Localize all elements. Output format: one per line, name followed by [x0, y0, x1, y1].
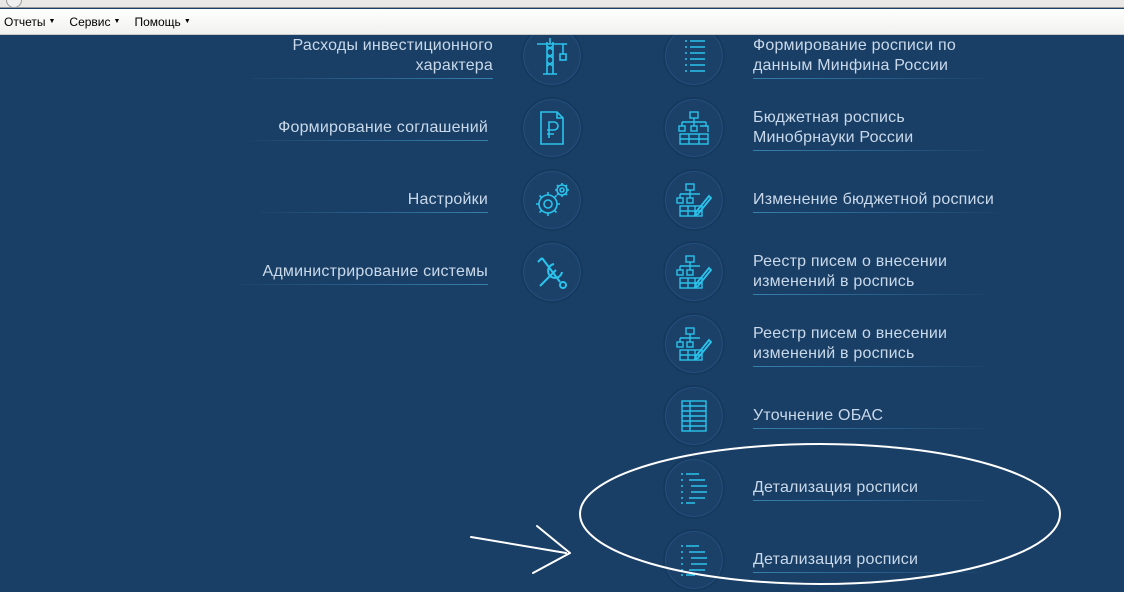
- hierarchy-table-icon: [663, 97, 725, 159]
- tile-label: Реестр писем о внесении изменений в росп…: [753, 252, 983, 295]
- menu-help[interactable]: Помощь ▼: [134, 15, 190, 29]
- tile-label: Изменение бюджетной росписи: [753, 190, 998, 213]
- hierarchy-table-edit-icon: [663, 241, 725, 303]
- tile-label: Формирование росписи по данным Минфина Р…: [753, 36, 983, 79]
- window-top-edge: [0, 0, 1124, 8]
- menu-reports-label: Отчеты: [4, 14, 46, 29]
- tile-label: Бюджетная роспись Минобрнауки России: [753, 108, 983, 151]
- tile-label: Администрирование системы: [240, 262, 488, 285]
- detail-list-icon: [663, 457, 725, 519]
- menu-reports[interactable]: Отчеты ▼: [4, 15, 55, 29]
- tile-label: Реестр писем о внесении изменений в росп…: [753, 324, 983, 367]
- list-icon: [663, 35, 725, 87]
- menu-bar: Отчеты ▼ Сервис ▼ Помощь ▼: [0, 9, 1124, 35]
- tile-label: Детализация росписи: [753, 550, 983, 573]
- menu-help-label: Помощь: [134, 14, 181, 29]
- caret-down-icon: ▼: [183, 18, 191, 25]
- tile-label: Формирование соглашений: [240, 118, 488, 141]
- menu-service-label: Сервис: [69, 14, 111, 29]
- caret-down-icon: ▼: [48, 18, 56, 25]
- hierarchy-table-edit-icon: [663, 169, 725, 231]
- tools-icon: [521, 241, 583, 303]
- tile-label: Детализация росписи: [753, 478, 983, 501]
- crane-icon: [521, 35, 583, 87]
- tile-label: Настройки: [240, 190, 488, 213]
- menu-service[interactable]: Сервис ▼: [69, 15, 120, 29]
- detail-list-icon: [663, 529, 725, 591]
- tile-label: Уточнение ОБАС: [753, 406, 983, 429]
- table-icon: [663, 385, 725, 447]
- tile-label: Расходы инвестиционного характера: [240, 36, 493, 79]
- window-control-icon[interactable]: [6, 0, 22, 8]
- caret-down-icon: ▼: [113, 18, 121, 25]
- hierarchy-table-edit-icon: [663, 313, 725, 375]
- main-menu-area: Расходы инвестиционного характера Формир…: [0, 35, 1124, 592]
- ruble-document-icon: [521, 97, 583, 159]
- gears-icon: [521, 169, 583, 231]
